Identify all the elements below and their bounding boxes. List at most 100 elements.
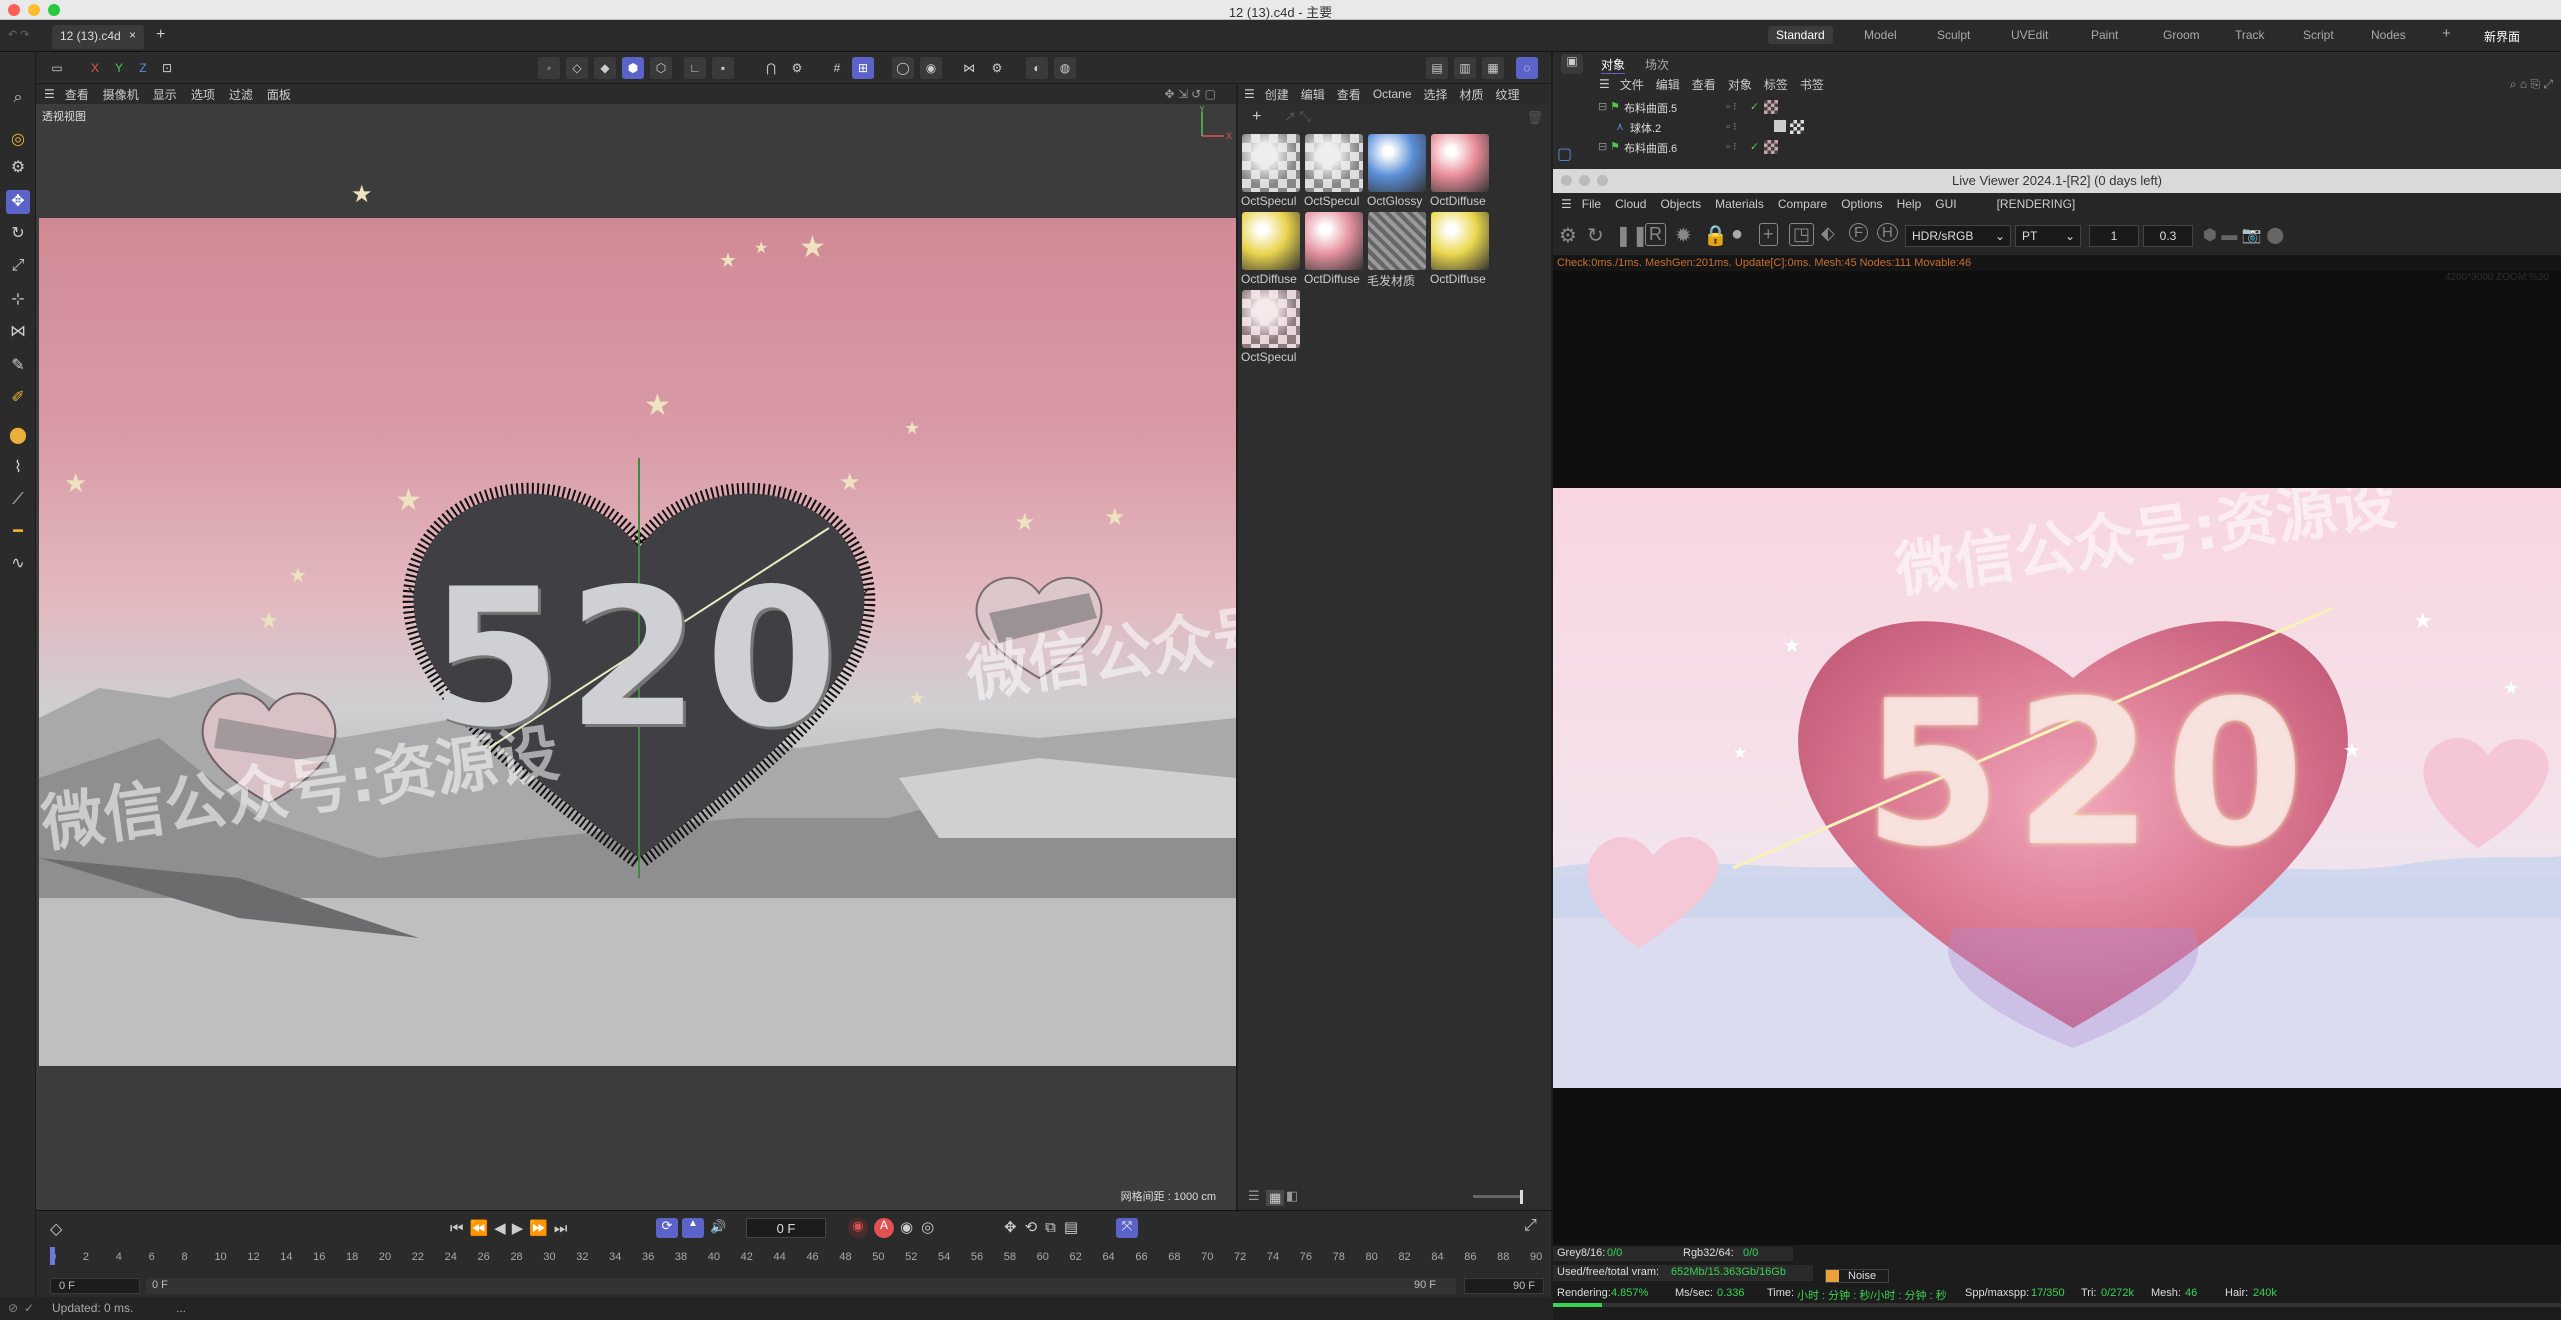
material-tag-icon[interactable] [1790, 120, 1804, 134]
tab-objects[interactable]: 对象 [1601, 56, 1626, 75]
region-render-icon[interactable]: R [1645, 223, 1666, 246]
material-tag-icon[interactable] [1764, 100, 1778, 114]
film-region-icon[interactable]: ⬖ [1821, 223, 1835, 244]
material-swatch[interactable] [1242, 134, 1300, 192]
zoom-slider-handle[interactable] [1520, 1190, 1523, 1204]
keyframe-icon[interactable]: ◇ [50, 1219, 62, 1239]
layout-tab-groom[interactable]: Groom [2163, 28, 2200, 42]
points-mode-icon[interactable]: ◦ [538, 57, 560, 79]
live-select-icon[interactable]: ◎ [6, 128, 30, 152]
record-icon[interactable]: ◉ [848, 1218, 868, 1238]
timeline-ruler[interactable]: 0246810121416182022242628303234363840424… [50, 1251, 1550, 1273]
magnet-icon[interactable]: ⋂ [760, 57, 782, 79]
lv-menu-options[interactable]: Options [1841, 197, 1882, 211]
sphere-preview-icon[interactable]: ● [1731, 223, 1743, 246]
mat-menu-select[interactable]: 选择 [1424, 86, 1448, 103]
lv-menu-objects[interactable]: Objects [1660, 197, 1701, 211]
move-icon[interactable]: ✥ [6, 190, 30, 214]
close-tab-icon[interactable]: × [129, 28, 136, 42]
lv-menu-file[interactable]: File [1582, 197, 1601, 211]
new-tab-button[interactable]: + [156, 26, 165, 44]
spline-pen-icon[interactable]: ✎ [6, 354, 30, 378]
model-mode-icon[interactable]: ⬢ [622, 57, 644, 79]
kernel-select[interactable]: PT ⌄ [2015, 225, 2081, 247]
autokey-icon[interactable]: A [874, 1218, 894, 1238]
material-swatch[interactable] [1368, 134, 1426, 192]
range-slider[interactable]: 0 F 90 F [146, 1278, 1456, 1294]
search-icon[interactable]: ⌕ [6, 86, 30, 110]
playhead[interactable] [50, 1247, 55, 1265]
tab-takes[interactable]: 场次 [1645, 56, 1669, 73]
mat-menu-octane[interactable]: Octane [1373, 87, 1412, 101]
restart-render-icon[interactable]: ↻ [1587, 223, 1604, 248]
edges-mode-icon[interactable]: ◇ [566, 57, 588, 79]
lock-axis-icon[interactable]: ▪ [712, 57, 734, 79]
material-swatch[interactable] [1431, 212, 1489, 270]
cube-icon[interactable]: ▢ [1557, 144, 1572, 164]
zoom-slider[interactable] [1473, 1195, 1523, 1198]
obj-menu-bookmark[interactable]: 书签 [1800, 76, 1824, 93]
viewport-menu-display[interactable]: 显示 [153, 86, 177, 103]
grid-snap-icon[interactable]: # [826, 57, 848, 79]
material-tool-icon[interactable]: ↗ ⤡ [1284, 108, 1311, 125]
hamburger-icon[interactable]: ☰ [1244, 87, 1255, 101]
minimize-window-button[interactable] [1579, 175, 1590, 186]
coordinate-system-icon[interactable]: ⊡ [156, 57, 178, 79]
list-view-icon[interactable]: ☰ [1248, 1188, 1260, 1204]
layout-tab-track[interactable]: Track [2235, 28, 2265, 42]
expand-icon[interactable]: ⊟ [1598, 140, 1607, 153]
lv-extra-icons[interactable]: ⬢ ▬ 📷 ⬤ [2203, 225, 2284, 245]
grid-view-icon[interactable]: ▦ [1266, 1190, 1285, 1206]
mat-menu-material[interactable]: 材质 [1460, 86, 1484, 103]
paint-tool-icon[interactable]: ✐ [6, 386, 30, 410]
undo-icon[interactable]: ↶ ↷ [8, 28, 30, 41]
settings-icon[interactable]: ✹ [1675, 223, 1692, 248]
material-swatch[interactable] [1305, 134, 1363, 192]
material-swatch[interactable] [1368, 212, 1426, 270]
new-layout-button[interactable]: 新界面 [2484, 28, 2520, 45]
axis-icon[interactable]: ⊹ [6, 288, 30, 312]
value-field-1[interactable]: 1 [2089, 225, 2139, 247]
pause-render-icon[interactable]: ❚❚ [1615, 223, 1649, 248]
axis-y-toggle[interactable]: Y [108, 57, 130, 79]
motion-tool-icon[interactable]: ⤧ [1116, 1218, 1138, 1238]
lv-menu-gui[interactable]: GUI [1935, 197, 1956, 211]
expand-icon[interactable]: ⊟ [1598, 100, 1607, 113]
enabled-check-icon[interactable]: ✓ [1750, 140, 1759, 153]
enabled-check-icon[interactable]: ✓ [1750, 100, 1759, 113]
material-swatch[interactable] [1242, 212, 1300, 270]
noise-toggle[interactable]: Noise [1825, 1269, 1889, 1283]
object-row[interactable]: ⋏ 球体.2 ▫ ⁝ [1580, 120, 1880, 138]
large-icon-view-icon[interactable]: ◧ [1286, 1188, 1298, 1204]
object-search-icons[interactable]: ⌕ ⌂ ⎘ ⤢ [2510, 77, 2553, 92]
end-frame-field[interactable]: 90 F [1464, 1278, 1544, 1294]
current-frame-field[interactable]: 0 F [746, 1218, 826, 1238]
quantize-icon[interactable]: ⊞ [852, 57, 874, 79]
workplane-icon[interactable]: ∟ [684, 57, 706, 79]
color-mode-select[interactable]: HDR/sRGB ⌄ [1905, 225, 2011, 247]
viewport-menu-camera[interactable]: 摄像机 [103, 86, 139, 103]
axis-x-toggle[interactable]: X [84, 57, 106, 79]
layout-tab-script[interactable]: Script [2303, 28, 2334, 42]
polygons-mode-icon[interactable]: ◆ [594, 57, 616, 79]
close-window-button[interactable] [1561, 175, 1572, 186]
material-tag-icon[interactable] [1764, 140, 1778, 154]
hamburger-icon[interactable]: ☰ [1561, 197, 1572, 211]
focus-picker-icon[interactable]: F [1849, 223, 1869, 242]
mat-menu-edit[interactable]: 编辑 [1301, 86, 1325, 103]
value-field-2[interactable]: 0.3 [2143, 225, 2193, 247]
rotate-icon[interactable]: ↻ [6, 222, 30, 246]
material-swatch[interactable] [1242, 290, 1300, 348]
mat-menu-texture[interactable]: 纹理 [1496, 86, 1520, 103]
add-pin-icon[interactable]: + [1759, 223, 1778, 246]
expand-timeline-icon[interactable]: ⤢ [1524, 1217, 1537, 1235]
visibility-icon[interactable]: ▫ ⁝ [1726, 120, 1736, 133]
key-options-icon[interactable]: ◉◎ [900, 1218, 942, 1236]
scale-icon[interactable]: ⤢ [6, 254, 30, 278]
layout-tab-sculpt[interactable]: Sculpt [1937, 28, 1970, 42]
deformer-icon[interactable]: ◐ [1026, 57, 1048, 79]
track-options-icon[interactable]: ✥⟲⧉▤ [1004, 1218, 1086, 1236]
playback-controls-icon[interactable]: ⏮⏪◀▶⏩⏭ [450, 1219, 573, 1237]
lv-menu-cloud[interactable]: Cloud [1615, 197, 1646, 211]
interactive-render-icon[interactable]: ◌ [1516, 57, 1538, 79]
